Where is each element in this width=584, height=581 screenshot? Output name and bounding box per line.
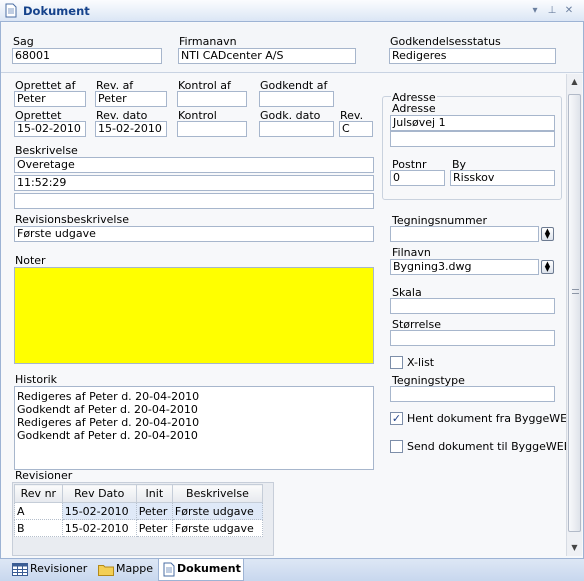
beskrivelse-label: Beskrivelse bbox=[15, 144, 78, 157]
godkendelsesstatus-label: Godkendelsesstatus bbox=[390, 35, 501, 48]
table-cell[interactable]: Første udgave bbox=[171, 519, 264, 537]
grip-icon bbox=[572, 289, 579, 294]
rev-field[interactable]: C bbox=[339, 121, 373, 137]
historik-line: Redigeres af Peter d. 20-04-2010 bbox=[17, 416, 200, 429]
tegningsnummer-spin-icon[interactable]: ▲ ▼ bbox=[541, 227, 554, 241]
adresse-line-1[interactable]: Julsøvej 1 bbox=[390, 115, 555, 131]
tab-dokument-label: Dokument bbox=[177, 562, 241, 575]
beskrivelse-line-2[interactable]: 11:52:29 bbox=[14, 175, 374, 191]
table-cell[interactable]: Peter bbox=[135, 519, 173, 537]
revisioner-table[interactable]: Rev nr Rev Dato Init Beskrivelse A 15-02… bbox=[14, 484, 264, 537]
rev-af-field[interactable]: Peter bbox=[95, 91, 167, 107]
godk-dato-field[interactable] bbox=[259, 121, 334, 137]
filnavn-label: Filnavn bbox=[392, 246, 431, 259]
adresse-label: Adresse bbox=[392, 102, 436, 115]
column-header-init[interactable]: Init bbox=[135, 484, 173, 503]
column-header-rev-dato[interactable]: Rev Dato bbox=[61, 484, 137, 503]
firmanavn-label: Firmanavn bbox=[179, 35, 237, 48]
scroll-up-icon[interactable]: ▲ bbox=[567, 74, 582, 90]
close-icon[interactable]: ✕ bbox=[562, 4, 576, 18]
document-icon bbox=[5, 3, 17, 18]
column-header-rev-nr[interactable]: Rev nr bbox=[14, 484, 63, 503]
tab-mappe-label: Mappe bbox=[116, 562, 153, 575]
tab-mappe[interactable]: Mappe bbox=[94, 559, 154, 581]
tab-revisioner[interactable]: Revisioner bbox=[8, 559, 90, 581]
beskrivelse-line-1[interactable]: Overetage bbox=[14, 157, 374, 173]
table-cell[interactable]: Peter bbox=[135, 502, 173, 520]
hent-checkbox[interactable]: ✓ bbox=[390, 412, 403, 425]
tab-revisioner-label: Revisioner bbox=[30, 562, 88, 575]
historik-line: Redigeres af Peter d. 20-04-2010 bbox=[17, 390, 200, 403]
table-icon bbox=[12, 562, 28, 576]
adresse-line-2[interactable] bbox=[390, 131, 555, 147]
filnavn-field[interactable]: Bygning3.dwg bbox=[390, 259, 539, 275]
oprettet-af-field[interactable]: Peter bbox=[14, 91, 86, 107]
historik-label: Historik bbox=[15, 373, 58, 386]
by-field[interactable]: Risskov bbox=[450, 170, 555, 186]
filnavn-spin-icon[interactable]: ▲ ▼ bbox=[541, 260, 554, 274]
skala-field[interactable] bbox=[390, 298, 555, 314]
kontrol-field[interactable] bbox=[177, 121, 247, 137]
godkendelsesstatus-field[interactable]: Redigeres bbox=[389, 48, 556, 64]
table-cell[interactable]: Første udgave bbox=[171, 502, 264, 520]
firmanavn-field[interactable]: NTI CADcenter A/S bbox=[178, 48, 356, 64]
panel-title: Dokument bbox=[23, 4, 90, 18]
postnr-field[interactable]: 0 bbox=[390, 170, 445, 186]
rev-dato-field[interactable]: 15-02-2010 bbox=[95, 121, 167, 137]
vertical-scrollbar[interactable]: ▲ ▼ bbox=[566, 74, 582, 556]
godkendt-af-field[interactable] bbox=[259, 91, 334, 107]
document-header: Sag 68001 Firmanavn NTI CADcenter A/S Go… bbox=[1, 23, 583, 73]
pin-icon[interactable]: ⊥ bbox=[545, 4, 559, 18]
revisionsbeskrivelse-label: Revisionsbeskrivelse bbox=[15, 213, 129, 226]
historik-line: Godkendt af Peter d. 20-04-2010 bbox=[17, 403, 198, 416]
historik-line: Godkendt af Peter d. 20-04-2010 bbox=[17, 429, 198, 442]
sag-field[interactable]: 68001 bbox=[12, 48, 162, 64]
send-label: Send dokument til ByggeWEB bbox=[407, 440, 572, 453]
noter-label: Noter bbox=[15, 254, 46, 267]
beskrivelse-line-3[interactable] bbox=[14, 193, 374, 209]
table-row[interactable]: B 15-02-2010 Peter Første udgave bbox=[14, 519, 264, 537]
noter-field[interactable] bbox=[14, 267, 374, 364]
kontrol-af-field[interactable] bbox=[177, 91, 247, 107]
folder-icon bbox=[98, 564, 114, 576]
table-cell[interactable]: B bbox=[14, 519, 63, 537]
table-cell[interactable]: 15-02-2010 bbox=[61, 502, 137, 520]
table-cell[interactable]: A bbox=[14, 502, 63, 520]
scroll-down-icon[interactable]: ▼ bbox=[567, 540, 582, 556]
send-checkbox[interactable] bbox=[390, 440, 403, 453]
xlist-label: X-list bbox=[407, 356, 435, 369]
document-icon bbox=[163, 562, 175, 576]
sag-label: Sag bbox=[13, 35, 34, 48]
tab-dokument[interactable]: Dokument bbox=[158, 559, 244, 581]
revisionsbeskrivelse-field[interactable]: Første udgave bbox=[14, 226, 374, 242]
tegningstype-field[interactable] bbox=[390, 386, 555, 402]
panel-titlebar: Dokument ▾ ⊥ ✕ bbox=[0, 0, 584, 22]
dropdown-menu-icon[interactable]: ▾ bbox=[528, 4, 542, 18]
storrelse-field[interactable] bbox=[390, 330, 555, 346]
column-header-beskrivelse[interactable]: Beskrivelse bbox=[171, 484, 264, 503]
scrollbar-thumb[interactable] bbox=[568, 94, 581, 532]
oprettet-field[interactable]: 15-02-2010 bbox=[14, 121, 86, 137]
tab-bar: Revisioner Mappe Dokument bbox=[0, 558, 584, 581]
revisioner-label: Revisioner bbox=[15, 469, 73, 482]
hent-label: Hent dokument fra ByggeWEB bbox=[407, 412, 575, 425]
historik-field[interactable]: Redigeres af Peter d. 20-04-2010 Godkend… bbox=[14, 386, 374, 470]
tegningsnummer-field[interactable] bbox=[390, 226, 539, 242]
table-row[interactable]: A 15-02-2010 Peter Første udgave bbox=[14, 502, 264, 520]
table-cell[interactable]: 15-02-2010 bbox=[61, 519, 137, 537]
xlist-checkbox[interactable] bbox=[390, 356, 403, 369]
